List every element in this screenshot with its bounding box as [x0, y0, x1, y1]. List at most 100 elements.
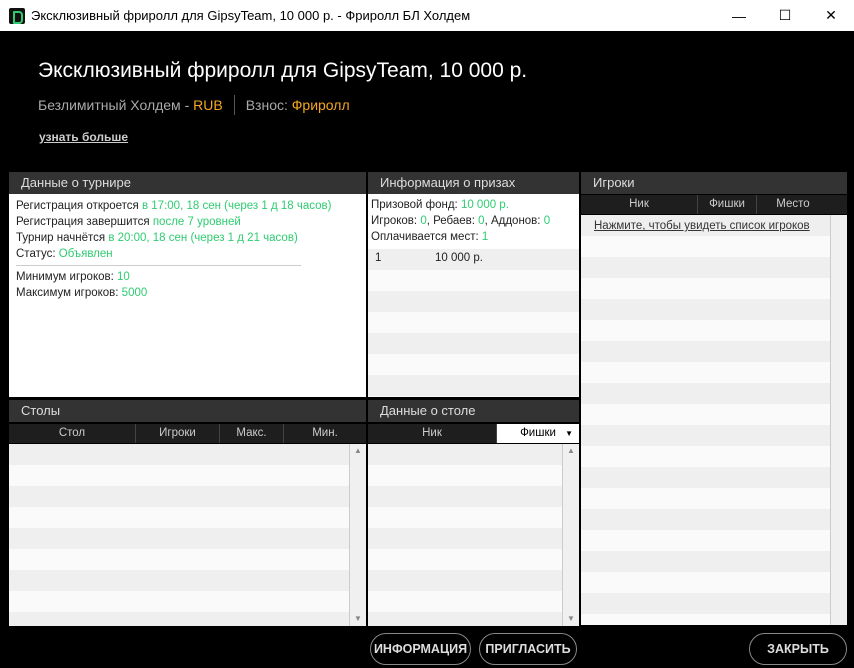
col-place[interactable]: Место	[757, 195, 829, 214]
table-row	[368, 444, 562, 465]
prize-fund-value: 10 000 р.	[460, 199, 509, 211]
prize-amount: 10 000 р.	[435, 252, 483, 264]
info-button[interactable]: ИНФОРМАЦИЯ	[370, 633, 471, 665]
table-data-list	[368, 444, 562, 626]
sort-desc-icon: ▼	[565, 429, 573, 438]
players-list: Нажмите, чтобы увидеть список игроков	[581, 215, 830, 625]
players-count-label: Игроков:	[371, 215, 421, 227]
table-row	[368, 612, 562, 626]
table-data-scrollbar[interactable]: ▲ ▼	[562, 444, 579, 626]
table-row	[368, 570, 562, 591]
info-divider	[16, 265, 301, 266]
table-row	[9, 549, 349, 570]
game-type: Безлимитный Холдем -	[38, 97, 190, 113]
table-row	[368, 507, 562, 528]
currency: RUB	[193, 97, 223, 113]
list-item	[581, 299, 830, 320]
list-item	[581, 257, 830, 278]
rebuys-label: , Ребаев:	[426, 215, 479, 227]
app-logo-icon	[9, 7, 25, 24]
prize-fund-label: Призовой фонд:	[371, 199, 461, 211]
players-header: Игроки	[581, 172, 847, 194]
addons-label: , Аддонов:	[484, 215, 544, 227]
reg-open-label: Регистрация откроется	[16, 200, 142, 212]
tables-scrollbar[interactable]: ▲ ▼	[349, 444, 366, 626]
list-item	[581, 425, 830, 446]
scroll-down-icon[interactable]: ▼	[350, 612, 366, 626]
table-data-column-header: Ник Фишки ▼	[368, 424, 579, 443]
col-chips[interactable]: Фишки	[698, 195, 757, 214]
start-label: Турнир начнётся	[16, 232, 109, 244]
minimize-button[interactable]: —	[716, 0, 762, 31]
list-item	[581, 614, 830, 625]
table-row	[9, 528, 349, 549]
list-item	[581, 551, 830, 572]
col-chips-label: Фишки	[520, 427, 556, 439]
list-item	[581, 404, 830, 425]
col-nick[interactable]: Ник	[368, 424, 497, 443]
table-row	[368, 375, 579, 396]
list-item	[581, 383, 830, 404]
prize-info-header: Информация о призах	[368, 172, 579, 194]
max-players-value: 5000	[121, 287, 148, 299]
list-item: Нажмите, чтобы увидеть список игроков	[581, 215, 830, 236]
prize-table: 1 10 000 р.	[368, 249, 579, 397]
status-label: Статус:	[16, 248, 59, 260]
players-scrollbar[interactable]	[830, 215, 847, 625]
list-item	[581, 488, 830, 509]
scroll-down-icon[interactable]: ▼	[563, 612, 579, 626]
col-nick[interactable]: Ник	[581, 195, 698, 214]
table-row	[368, 270, 579, 291]
status-value: Объявлен	[58, 248, 113, 260]
tournament-info-header: Данные о турнире	[9, 172, 366, 194]
col-max[interactable]: Макс.	[220, 424, 284, 443]
window-close-button[interactable]: ✕	[808, 0, 854, 31]
scroll-up-icon[interactable]: ▲	[350, 444, 366, 458]
table-row	[368, 465, 562, 486]
invite-button[interactable]: ПРИГЛАСИТЬ	[479, 633, 577, 665]
reg-close-value: после 7 уровней	[152, 216, 241, 228]
table-row	[9, 570, 349, 591]
table-data-header: Данные о столе	[368, 400, 579, 422]
scroll-up-icon[interactable]: ▲	[563, 444, 579, 458]
col-table[interactable]: Стол	[9, 424, 136, 443]
table-row	[368, 396, 579, 397]
list-item	[581, 341, 830, 362]
maximize-button[interactable]: ☐	[762, 0, 808, 31]
list-item	[581, 236, 830, 257]
start-value: в 20:00, 18 сен (через 1 д 21 часов)	[108, 232, 298, 244]
table-row	[368, 354, 579, 375]
list-item	[581, 593, 830, 614]
show-players-link[interactable]: Нажмите, чтобы увидеть список игроков	[594, 220, 810, 232]
table-row	[9, 465, 349, 486]
list-item	[581, 572, 830, 593]
list-item	[581, 446, 830, 467]
tables-header: Столы	[9, 400, 366, 422]
buyin-value: Фриролл	[291, 97, 350, 113]
table-row	[368, 528, 562, 549]
close-button[interactable]: ЗАКРЫТЬ	[749, 633, 847, 665]
list-item	[581, 278, 830, 299]
table-row	[368, 591, 562, 612]
buyin-label: Взнос:	[245, 97, 288, 113]
table-row	[9, 507, 349, 528]
table-row	[368, 312, 579, 333]
table-row	[9, 591, 349, 612]
col-players[interactable]: Игроки	[136, 424, 220, 443]
addons-value: 0	[543, 215, 551, 227]
table-row: 1 10 000 р.	[368, 249, 579, 270]
table-row	[9, 444, 349, 465]
tournament-subtitle: Безлимитный Холдем - RUB Взнос: Фриролл	[38, 95, 350, 115]
list-item	[581, 530, 830, 551]
paid-places-value: 1	[481, 231, 489, 243]
reg-close-label: Регистрация завершится	[16, 216, 153, 228]
col-min[interactable]: Мин.	[284, 424, 366, 443]
window-titlebar: Эксклюзивный фриролл для GipsyTeam, 10 0…	[0, 0, 854, 31]
learn-more-link[interactable]: узнать больше	[39, 130, 128, 144]
tournament-title: Эксклюзивный фриролл для GipsyTeam, 10 0…	[38, 59, 528, 82]
col-chips-sorted[interactable]: Фишки ▼	[497, 424, 579, 443]
list-item	[581, 320, 830, 341]
max-players-label: Максимум игроков:	[16, 287, 122, 299]
table-row	[9, 486, 349, 507]
tournament-header: Эксклюзивный фриролл для GipsyTeam, 10 0…	[0, 31, 854, 171]
